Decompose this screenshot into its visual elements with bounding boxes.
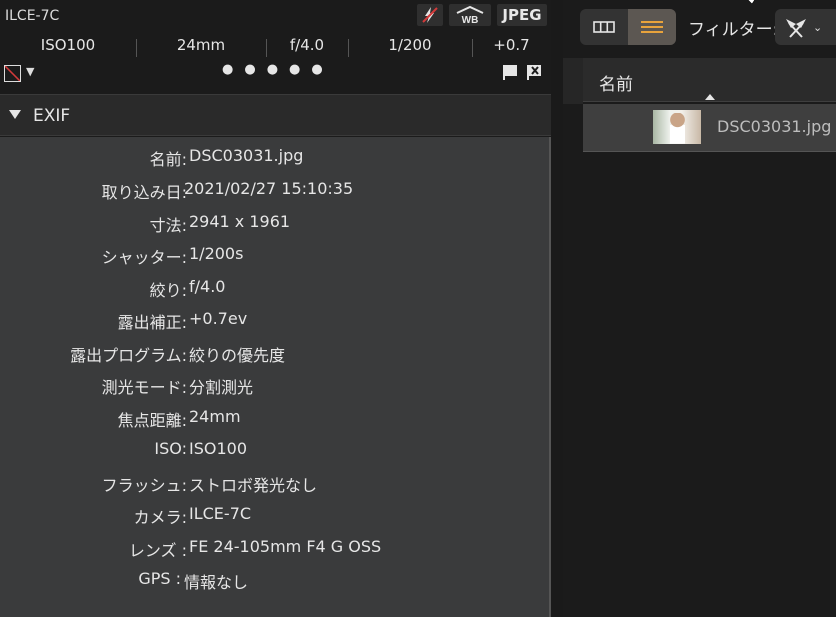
spec-exposure-comp: +0.7 <box>472 36 551 57</box>
camera-model: ILCE-7C <box>5 8 60 24</box>
exif-label: 絞り: <box>149 281 187 300</box>
filter-flags-icon <box>786 19 806 38</box>
exif-value: ILCE-7C <box>189 504 252 523</box>
rating-dot-2[interactable]: ● <box>244 62 255 77</box>
exif-label: 露出プログラム: <box>70 346 187 365</box>
color-label-dropdown[interactable]: ▼ <box>26 65 34 78</box>
rating-dot-4[interactable]: ● <box>289 62 300 77</box>
collapse-triangle-icon[interactable] <box>9 110 21 119</box>
exif-value: +0.7ev <box>189 309 248 328</box>
grid-view-icon <box>593 21 615 33</box>
spec-aperture: f/4.0 <box>266 36 348 57</box>
exif-row: 名前: DSC03031.jpg <box>0 146 551 172</box>
exif-label: レンズ : <box>128 541 187 560</box>
grid-view-button[interactable] <box>580 9 628 45</box>
mouse-cursor-icon <box>747 0 756 4</box>
exif-label: 名前: <box>149 150 187 169</box>
exif-label: シャッター: <box>101 248 187 267</box>
info-panel: ILCE-7C WB JPEG ISO100 24mm f/4.0 1/200 … <box>0 0 551 617</box>
exif-value: 情報なし <box>184 573 249 592</box>
exif-label: 取り込み日: <box>101 183 187 202</box>
exif-row: 測光モード: 分割測光 <box>0 374 551 400</box>
exif-row: カメラ: ILCE-7C <box>0 504 551 530</box>
spec-focal-length: 24mm <box>136 36 266 57</box>
exif-row: レンズ : FE 24-105mm F4 G OSS <box>0 537 551 563</box>
exif-label: 露出補正: <box>117 313 187 332</box>
exif-value: ストロボ発光なし <box>189 476 318 495</box>
info-topbar: ILCE-7C WB JPEG <box>0 0 551 32</box>
exif-label: ISO: <box>154 439 187 458</box>
star-rating: ● ● ● ● ● <box>222 62 323 77</box>
exif-label: カメラ: <box>133 508 187 527</box>
column-header-name[interactable]: 名前 <box>583 58 836 102</box>
filter-dropdown[interactable]: ⌄ <box>775 9 836 45</box>
panel-splitter[interactable] <box>551 0 563 617</box>
rating-bar: ▼ ● ● ● ● ● <box>0 60 551 88</box>
exif-value: 分割測光 <box>189 378 254 397</box>
exif-table: 名前: DSC03031.jpg 取り込み日: 2021/02/27 15:10:3… <box>0 137 551 617</box>
exif-value: 2941 x 1961 <box>189 212 291 231</box>
exif-value: 絞りの優先度 <box>189 346 286 365</box>
color-label-none-icon[interactable] <box>4 65 21 82</box>
file-name: DSC03031.jpg <box>717 117 832 136</box>
flash-off-icon <box>417 4 443 26</box>
exif-value: 2021/02/27 15:10:35 <box>184 179 354 198</box>
exif-label: 測光モード: <box>101 378 187 397</box>
reject-flag-icon[interactable] <box>525 63 543 81</box>
exif-section-header[interactable]: EXIF <box>0 94 551 136</box>
filter-label: フィルター: <box>688 20 779 40</box>
svg-text:WB: WB <box>462 15 479 25</box>
browser-panel: フィルター: ⌄ 名前 DSC03031.jpg <box>563 0 836 617</box>
column-header-label: 名前 <box>599 75 633 95</box>
exif-row: 露出補正: +0.7ev <box>0 309 551 335</box>
list-view-button[interactable] <box>628 9 676 45</box>
exif-row: 焦点距離: 24mm <box>0 407 551 433</box>
exif-row: ISO: ISO100 <box>0 439 551 465</box>
exif-row: GPS : 情報なし <box>0 569 551 595</box>
file-list-item[interactable]: DSC03031.jpg <box>583 104 836 152</box>
exif-row: 取り込み日: 2021/02/27 15:10:35 <box>0 179 551 205</box>
view-toggle <box>580 9 676 45</box>
exif-row: フラッシュ: ストロボ発光なし <box>0 472 551 498</box>
exif-row: 絞り: f/4.0 <box>0 277 551 303</box>
exif-value: FE 24-105mm F4 G OSS <box>189 537 382 556</box>
spec-shutter: 1/200 <box>348 36 472 57</box>
list-view-icon <box>641 21 663 33</box>
exif-value: ISO100 <box>189 439 248 458</box>
exif-title: EXIF <box>33 106 71 126</box>
exif-value: f/4.0 <box>189 277 226 296</box>
sort-ascending-icon <box>705 94 715 100</box>
exif-label: GPS : <box>138 569 181 588</box>
exif-value: DSC03031.jpg <box>189 146 304 165</box>
spec-iso: ISO100 <box>40 36 96 54</box>
rating-dot-3[interactable]: ● <box>267 62 278 77</box>
exif-row: 露出プログラム: 絞りの優先度 <box>0 342 551 368</box>
badges: WB JPEG <box>417 4 547 26</box>
white-balance-icon: WB <box>449 4 491 26</box>
exposure-summary: ISO100 24mm f/4.0 1/200 +0.7 <box>0 32 551 58</box>
format-badge: JPEG <box>497 4 547 26</box>
rating-dot-1[interactable]: ● <box>222 62 233 77</box>
pick-flag-icon[interactable] <box>501 63 519 81</box>
exif-label: 焦点距離: <box>117 411 187 430</box>
exif-row: シャッター: 1/200s <box>0 244 551 270</box>
exif-value: 1/200s <box>189 244 244 263</box>
exif-label: 寸法: <box>149 216 187 235</box>
file-thumbnail <box>653 110 701 144</box>
exif-value: 24mm <box>189 407 241 426</box>
exif-row: 寸法: 2941 x 1961 <box>0 212 551 238</box>
list-gutter <box>563 58 583 104</box>
rating-dot-5[interactable]: ● <box>311 62 322 77</box>
chevron-down-icon: ⌄ <box>813 20 823 34</box>
exif-label: フラッシュ: <box>101 476 187 495</box>
